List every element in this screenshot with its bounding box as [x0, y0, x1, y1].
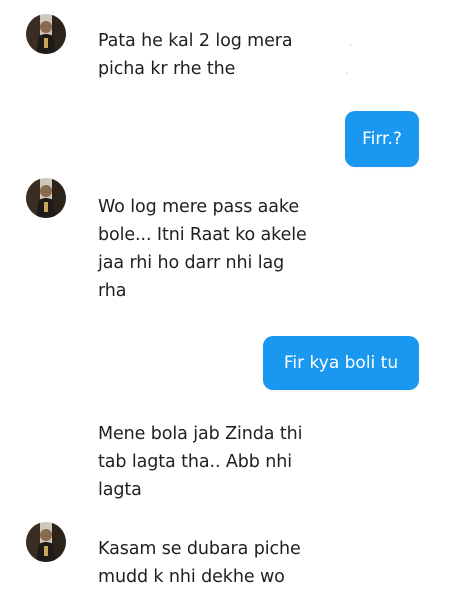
received-message-text: Mene bola jab Zinda thi tab lagta tha.. … — [98, 424, 303, 500]
chat-conversation: Pata he kal 2 log mera picha kr rhe the … — [0, 0, 450, 593]
decorative-speck — [346, 72, 348, 74]
received-message-text: Pata he kal 2 log mera picha kr rhe the — [98, 31, 293, 79]
sent-message-bubble[interactable]: Firr.? — [345, 111, 419, 167]
sent-message-bubble[interactable]: Fir kya boli tu — [263, 336, 419, 390]
profile-picture-icon — [26, 14, 66, 54]
received-message-text: Kasam se dubara piche mudd k nhi dekhe w… — [98, 539, 301, 587]
avatar[interactable] — [26, 522, 66, 562]
profile-picture-icon — [26, 522, 66, 562]
profile-picture-icon — [26, 178, 66, 218]
decorative-speck — [350, 44, 352, 46]
sent-message-text: Firr.? — [362, 129, 402, 149]
avatar[interactable] — [26, 178, 66, 218]
sent-message-text: Fir kya boli tu — [283, 353, 399, 373]
avatar[interactable] — [26, 14, 66, 54]
received-message-text: Wo log mere pass aake bole... Itni Raat … — [98, 197, 307, 301]
